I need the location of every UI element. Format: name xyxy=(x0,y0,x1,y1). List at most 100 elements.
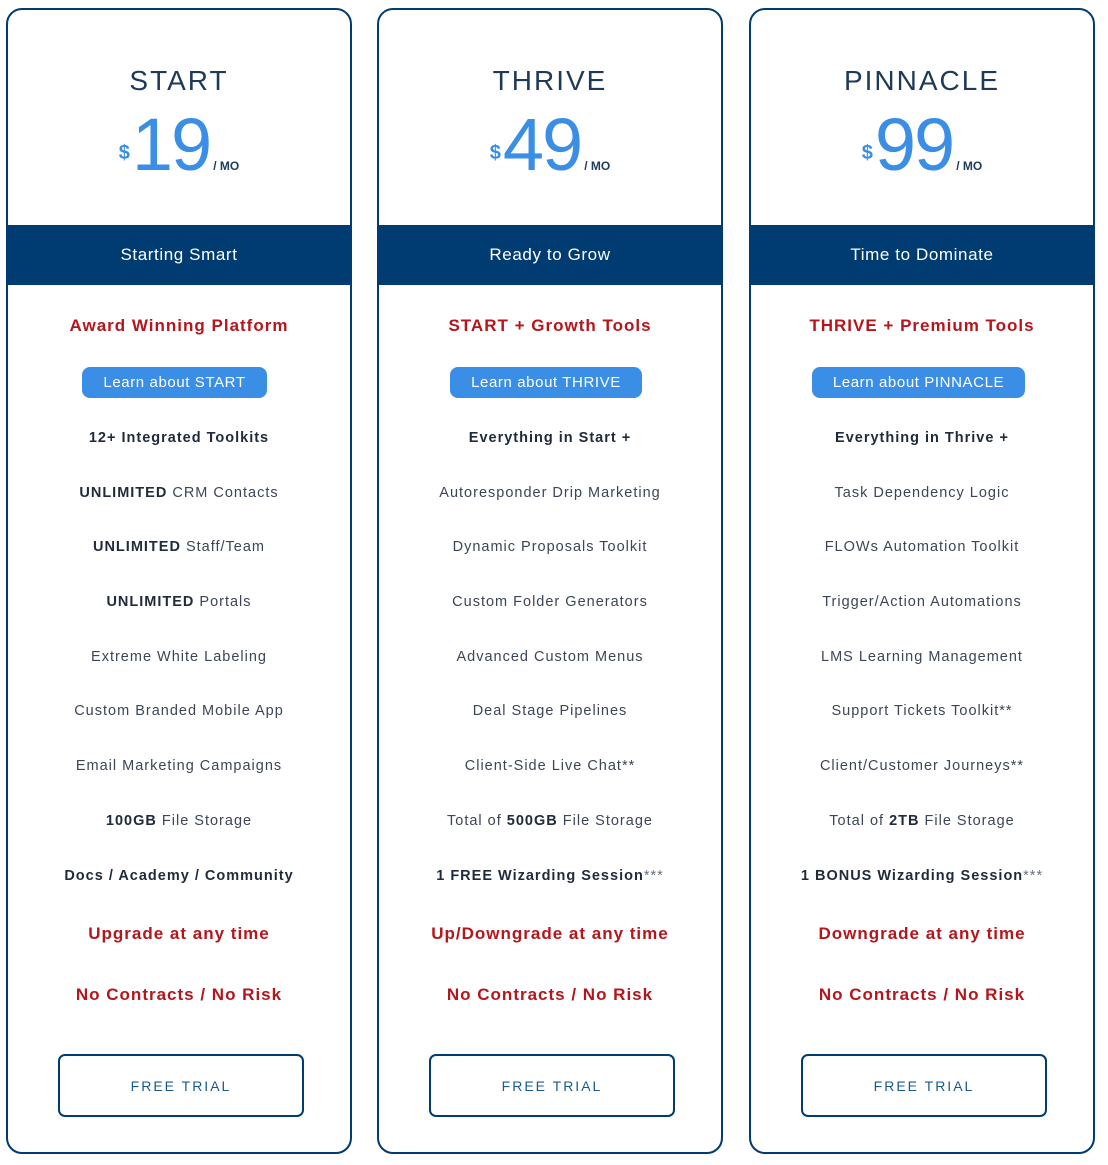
feature-text: Autoresponder Drip Marketing xyxy=(439,484,661,501)
feature-text: Client/Customer Journeys** xyxy=(819,758,1025,775)
feature-highlight: 2TB xyxy=(889,812,920,829)
feature-item: Task Dependency Logic xyxy=(751,483,1093,538)
feature-item: Docs / Academy / Community xyxy=(8,866,350,921)
feature-text: Custom Folder Generators xyxy=(452,594,648,611)
feature-highlight: UNLIMITED xyxy=(106,594,195,611)
price-currency: $ xyxy=(861,142,873,164)
feature-text: Custom Branded Mobile App xyxy=(74,703,284,720)
downgrade-note: Downgrade at any time xyxy=(818,924,1026,943)
feature-item: Autoresponder Drip Marketing xyxy=(379,483,721,538)
feature-text: Deal Stage Pipelines xyxy=(472,703,628,720)
plan-price: $19/ MO xyxy=(8,108,350,182)
plan-name: PINNACLE xyxy=(843,65,1001,96)
feature-item: Client-Side Live Chat** xyxy=(379,756,721,811)
price-currency: $ xyxy=(489,142,501,164)
plan-card-thrive: THRIVE $49/ MO Ready to Grow START + Gro… xyxy=(377,8,723,1154)
feature-item: UNLIMITED CRM Contacts xyxy=(8,483,350,538)
feature-text: Email Marketing Campaigns xyxy=(75,758,283,775)
plan-card-pinnacle: PINNACLE $99/ MO Time to Dominate THRIVE… xyxy=(749,8,1095,1154)
feature-item: 100GB File Storage xyxy=(8,811,350,866)
learn-about-pinnacle-button[interactable]: Learn about PINNACLE xyxy=(812,367,1025,398)
feature-item: Total of 500GB File Storage xyxy=(379,811,721,866)
feature-item: Custom Branded Mobile App xyxy=(8,701,350,756)
feature-highlight: Docs / Academy / Community xyxy=(64,867,294,884)
price-amount: 99 xyxy=(874,103,955,186)
price-period: / MO xyxy=(584,159,611,173)
plan-headline: THRIVE + Premium Tools xyxy=(809,316,1035,335)
no-contracts-note: No Contracts / No Risk xyxy=(818,985,1026,1004)
no-contracts-note: No Contracts / No Risk xyxy=(75,985,283,1004)
price-amount: 19 xyxy=(131,103,212,186)
footnote-marker: *** xyxy=(643,867,664,884)
feature-text: Trigger/Action Automations xyxy=(822,594,1022,611)
feature-text: Portals xyxy=(194,594,252,611)
feature-text: Total of xyxy=(829,812,890,829)
feature-item: Total of 2TB File Storage xyxy=(751,811,1093,866)
plan-price: $49/ MO xyxy=(379,108,721,182)
price-period: / MO xyxy=(956,159,983,173)
plan-tagline-banner: Time to Dominate xyxy=(751,225,1093,285)
feature-text: Total of xyxy=(447,812,507,829)
feature-highlight: 1 FREE Wizarding Session xyxy=(436,867,644,884)
plan-tagline-banner: Starting Smart xyxy=(8,225,350,285)
price-currency: $ xyxy=(118,142,130,164)
feature-highlight: 1 BONUS Wizarding Session xyxy=(800,867,1024,884)
feature-item: Everything in Thrive + xyxy=(751,428,1093,483)
no-contracts-note: No Contracts / No Risk xyxy=(446,985,654,1004)
free-trial-start-button[interactable]: FREE TRIAL xyxy=(58,1054,304,1117)
plan-tagline-banner: Ready to Grow xyxy=(379,225,721,285)
plan-headline: Award Winning Platform xyxy=(69,316,289,335)
feature-item: Advanced Custom Menus xyxy=(379,647,721,702)
feature-item: Email Marketing Campaigns xyxy=(8,756,350,811)
plan-headline: START + Growth Tools xyxy=(448,316,652,335)
feature-item: Trigger/Action Automations xyxy=(751,592,1093,647)
plan-card-start: START $19/ MO Starting Smart Award Winni… xyxy=(6,8,352,1154)
feature-highlight: 12+ Integrated Toolkits xyxy=(88,430,270,446)
feature-item: Deal Stage Pipelines xyxy=(379,701,721,756)
feature-text: FLOWs Automation Toolkit xyxy=(824,539,1020,556)
learn-about-thrive-button[interactable]: Learn about THRIVE xyxy=(450,367,642,398)
feature-highlight: UNLIMITED xyxy=(92,539,181,556)
feature-text: Dynamic Proposals Toolkit xyxy=(452,539,648,556)
learn-about-start-button[interactable]: Learn about START xyxy=(82,367,267,398)
plan-name: THRIVE xyxy=(492,65,608,96)
feature-text: File Storage xyxy=(919,812,1015,829)
feature-item: Client/Customer Journeys** xyxy=(751,756,1093,811)
price-amount: 49 xyxy=(502,103,583,186)
feature-item: 1 BONUS Wizarding Session*** xyxy=(751,866,1093,921)
feature-item: LMS Learning Management xyxy=(751,647,1093,702)
feature-text: Task Dependency Logic xyxy=(834,484,1010,501)
feature-text: File Storage xyxy=(557,812,653,829)
footnote-marker: *** xyxy=(1023,867,1044,884)
free-trial-pinnacle-button[interactable]: FREE TRIAL xyxy=(801,1054,1047,1117)
feature-highlight: UNLIMITED xyxy=(79,484,168,501)
feature-text: Staff/Team xyxy=(180,539,265,556)
feature-item: 12+ Integrated Toolkits xyxy=(8,428,350,483)
feature-text: Support Tickets Toolkit** xyxy=(831,703,1013,720)
feature-text: Client-Side Live Chat** xyxy=(464,758,636,775)
plan-name: START xyxy=(129,65,229,96)
feature-item: Everything in Start + xyxy=(379,428,721,483)
feature-highlight: 500GB xyxy=(506,812,558,829)
feature-item: FLOWs Automation Toolkit xyxy=(751,537,1093,592)
feature-item: UNLIMITED Portals xyxy=(8,592,350,647)
feature-item: Support Tickets Toolkit** xyxy=(751,701,1093,756)
feature-text: File Storage xyxy=(156,812,253,829)
price-period: / MO xyxy=(213,159,240,173)
feature-text: LMS Learning Management xyxy=(821,648,1023,665)
upgrade-note: Up/Downgrade at any time xyxy=(431,924,669,943)
feature-list: Everything in Start + Autoresponder Drip … xyxy=(379,428,721,920)
feature-text: CRM Contacts xyxy=(167,484,279,501)
feature-item: Custom Folder Generators xyxy=(379,592,721,647)
feature-list: 12+ Integrated Toolkits UNLIMITED CRM Con… xyxy=(8,428,350,920)
feature-highlight: Everything in Start + xyxy=(468,430,632,446)
free-trial-thrive-button[interactable]: FREE TRIAL xyxy=(429,1054,675,1117)
feature-text: Advanced Custom Menus xyxy=(456,648,644,665)
plan-price: $99/ MO xyxy=(751,108,1093,182)
upgrade-note: Upgrade at any time xyxy=(88,924,270,943)
feature-item: Dynamic Proposals Toolkit xyxy=(379,537,721,592)
feature-text: Extreme White Labeling xyxy=(91,648,267,665)
feature-item: 1 FREE Wizarding Session*** xyxy=(379,866,721,921)
feature-item: Extreme White Labeling xyxy=(8,647,350,702)
feature-list: Everything in Thrive + Task Dependency Lo… xyxy=(751,428,1093,920)
